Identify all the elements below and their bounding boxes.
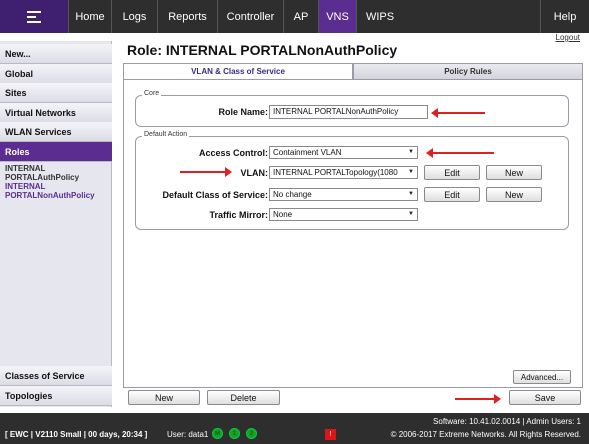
vlan-new-button[interactable]: New [486,165,542,180]
user-text: User: data1 [167,430,209,439]
traffic-mirror-select[interactable]: None ▼ [269,208,418,221]
status-1-label: 1 [232,430,237,437]
logout-link[interactable]: Logout [556,33,580,42]
access-control-value: Containment VLAN [273,148,342,157]
vlan-value: INTERNAL PORTALTopology(1080 [273,168,398,177]
status-2-icon[interactable]: 2 [246,428,257,439]
new-button[interactable]: New [128,390,200,405]
role-name-label: Role Name: [218,107,268,117]
core-legend: Core [142,90,162,97]
chevron-down-icon: ▼ [408,149,414,155]
role-link-auth-line1[interactable]: INTERNAL [5,164,45,173]
system-status-text: [ EWC | V2110 Small | 00 days, 20:34 ] [5,430,148,439]
status-2-label: 2 [249,430,254,437]
advanced-button[interactable]: Advanced... [513,370,571,384]
default-action-group: Default Action Access Control: Containme… [135,131,569,230]
cos-select[interactable]: No change ▼ [269,188,418,201]
tab-policy-rules[interactable]: Policy Rules [353,63,583,79]
default-action-legend: Default Action [142,131,190,138]
chevron-down-icon: ▼ [408,169,414,175]
nav-controller[interactable]: Controller [217,0,283,33]
cos-value: No change [273,190,312,199]
sidebar-item-virtual-networks[interactable]: Virtual Networks [0,103,112,123]
cos-new-button[interactable]: New [486,187,542,202]
cos-label: Default Class of Service: [162,190,268,200]
traffic-mirror-label: Traffic Mirror: [209,210,268,220]
vlan-select[interactable]: INTERNAL PORTALTopology(1080 ▼ [269,166,418,179]
sidebar-item-wlan-services[interactable]: WLAN Services [0,122,112,142]
tab-vlan-cos[interactable]: VLAN & Class of Service [123,63,353,79]
sidebar-item-classes-of-service[interactable]: Classes of Service [0,366,112,386]
copyright-text: © 2006-2017 Extreme Networks. All Rights… [390,430,581,439]
software-version-text: Software: 10.41.02.0014 | Admin Users: 1 [433,417,581,426]
role-link-auth-line2[interactable]: PORTALAuthPolicy [5,173,79,182]
nav-vns[interactable]: VNS [318,0,356,33]
access-control-label: Access Control: [198,148,268,158]
vlan-edit-button[interactable]: Edit [424,165,480,180]
annotation-arrow-role-name [431,108,485,118]
vlan-label: VLAN: [240,168,269,178]
page-title: Role: INTERNAL PORTALNonAuthPolicy [127,42,398,58]
role-link-nonauth-line2[interactable]: PORTALNonAuthPolicy [5,191,95,200]
nav-ap[interactable]: AP [283,0,318,33]
sidebar-item-roles[interactable]: Roles [0,142,112,162]
role-name-input[interactable]: INTERNAL PORTALNonAuthPolicy [269,105,428,119]
cos-edit-button[interactable]: Edit [424,187,480,202]
status-1-icon[interactable]: 1 [229,428,240,439]
sidebar-item-sites[interactable]: Sites [0,83,112,103]
nav-logs[interactable]: Logs [111,0,157,33]
top-nav-bar: Home Logs Reports Controller AP VNS WIPS… [0,0,589,33]
status-m-icon[interactable]: M [212,428,223,439]
nav-help[interactable]: Help [540,0,589,33]
alarm-icon[interactable]: ! [325,429,336,440]
access-control-select[interactable]: Containment VLAN ▼ [269,146,418,159]
annotation-arrow-access-control [426,148,494,158]
core-group: Core Role Name: INTERNAL PORTALNonAuthPo… [135,90,569,127]
sidebar-item-new[interactable]: New... [0,44,112,64]
nav-wips[interactable]: WIPS [356,0,403,33]
status-bar: [ EWC | V2110 Small | 00 days, 20:34 ] U… [0,413,589,444]
logo-e-icon [27,10,41,24]
status-m-label: M [215,430,220,437]
annotation-arrow-vlan [180,167,232,177]
content-panel: Core Role Name: INTERNAL PORTALNonAuthPo… [123,79,583,388]
chevron-down-icon: ▼ [408,191,414,197]
save-button[interactable]: Save [509,390,581,405]
sidebar-item-global[interactable]: Global [0,64,112,84]
sidebar: New... Global Sites Virtual Networks WLA… [0,41,112,407]
sidebar-item-topologies[interactable]: Topologies [0,386,112,406]
extreme-logo[interactable] [0,0,68,33]
traffic-mirror-value: None [273,210,293,219]
nav-reports[interactable]: Reports [157,0,217,33]
delete-button[interactable]: Delete [207,390,280,405]
annotation-arrow-save [455,394,501,404]
chevron-down-icon: ▼ [408,211,414,217]
role-link-nonauth-line1[interactable]: INTERNAL [5,182,45,191]
nav-home[interactable]: Home [68,0,111,33]
